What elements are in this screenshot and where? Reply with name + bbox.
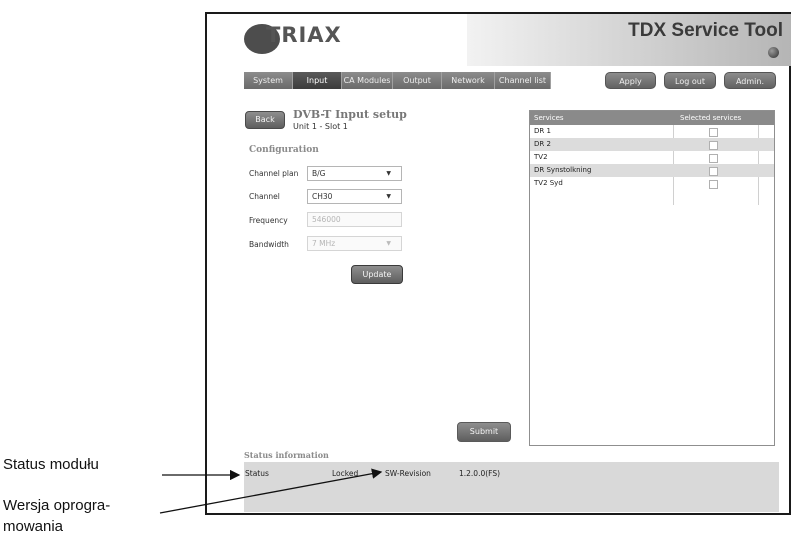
arrow-to-sw-revision (159, 468, 383, 514)
callout-arrows (159, 468, 383, 514)
